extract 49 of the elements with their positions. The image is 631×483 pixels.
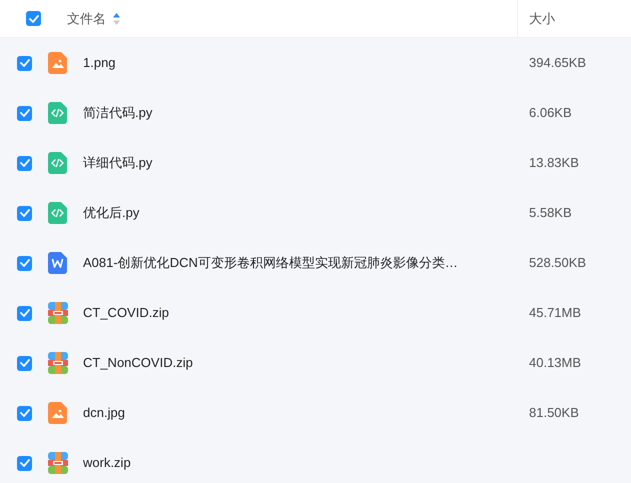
check-icon: [20, 259, 30, 267]
file-name[interactable]: 优化后.py: [83, 203, 529, 223]
check-icon: [20, 409, 30, 417]
check-icon: [20, 59, 30, 67]
code-file-icon: [48, 152, 67, 174]
file-name[interactable]: CT_NonCOVID.zip: [83, 353, 529, 373]
file-size: 13.83KB: [529, 154, 579, 172]
checkbox[interactable]: [17, 56, 32, 70]
file-size: 5.58KB: [529, 204, 572, 222]
checkbox[interactable]: [17, 256, 32, 270]
check-icon: [20, 309, 30, 317]
file-name[interactable]: 详细代码.py: [83, 153, 529, 173]
file-name[interactable]: 1.png: [83, 53, 529, 73]
check-icon: [20, 459, 30, 467]
file-name[interactable]: A081-创新优化DCN可变形卷积网络模型实现新冠肺炎影像分类…: [83, 253, 529, 273]
file-name[interactable]: 简洁代码.py: [83, 103, 529, 123]
word-file-icon: [48, 252, 67, 274]
archive-file-icon: [48, 302, 68, 324]
check-icon: [20, 359, 30, 367]
file-name[interactable]: dcn.jpg: [83, 403, 529, 423]
file-size: 45.71MB: [529, 304, 582, 322]
file-size: 81.50KB: [529, 404, 579, 422]
file-size: 40.13MB: [529, 354, 582, 372]
checkbox[interactable]: [17, 156, 32, 170]
checkbox[interactable]: [17, 306, 32, 320]
file-name[interactable]: work.zip: [83, 453, 529, 473]
check-icon: [28, 14, 38, 22]
sort-icon[interactable]: [113, 12, 120, 24]
image-file-icon: [48, 52, 67, 74]
file-size: 6.06KB: [529, 104, 572, 122]
check-icon: [20, 209, 30, 217]
check-icon: [20, 109, 30, 117]
archive-file-icon: [48, 452, 68, 474]
check-icon: [20, 159, 30, 167]
checkbox[interactable]: [17, 406, 32, 420]
code-file-icon: [48, 102, 67, 124]
file-size: 394.65KB: [529, 54, 586, 72]
column-header[interactable]: 文件名: [67, 8, 106, 28]
checkbox[interactable]: [17, 106, 32, 120]
column-header[interactable]: 大小: [529, 8, 555, 28]
checkbox[interactable]: [17, 456, 32, 470]
checkbox[interactable]: [17, 356, 32, 370]
image-file-icon: [48, 402, 67, 424]
file-name[interactable]: CT_COVID.zip: [83, 303, 529, 323]
checkbox[interactable]: [26, 11, 41, 26]
checkbox[interactable]: [17, 206, 32, 220]
archive-file-icon: [48, 352, 68, 374]
code-file-icon: [48, 202, 67, 224]
file-size: 528.50KB: [529, 254, 586, 272]
